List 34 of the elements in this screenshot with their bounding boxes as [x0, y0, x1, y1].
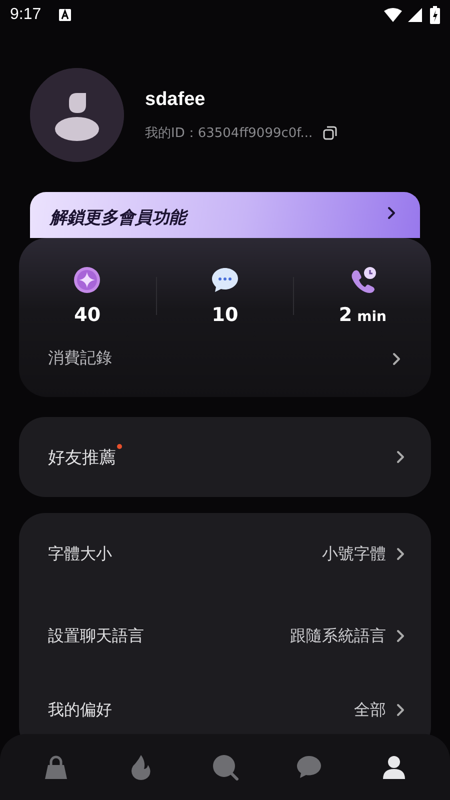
user-id: 我的ID：63504ff9099c0f...	[145, 124, 313, 142]
clock-time: 9:17	[10, 6, 42, 24]
stat-value: 40	[74, 304, 101, 326]
stat-value: 10	[212, 304, 238, 326]
user-name: sdafee	[145, 88, 206, 110]
search-icon	[210, 753, 239, 781]
banner-title: 解鎖更多會員功能	[50, 206, 186, 229]
copy-icon[interactable]	[322, 126, 337, 140]
setting-value: 小號字體	[322, 544, 386, 564]
chevron-icon	[392, 352, 401, 366]
signal-icon	[408, 8, 422, 22]
membership-banner[interactable]: 解鎖更多會員功能	[30, 192, 420, 238]
settings-row[interactable]: 設置聊天語言 跟隨系統語言	[19, 595, 431, 677]
setting-value: 全部	[354, 700, 386, 720]
chevron-icon	[387, 206, 396, 220]
settings-row[interactable]: 字體大小 小號字體	[19, 513, 431, 595]
setting-label: 字體大小	[48, 544, 113, 564]
spending-record-row[interactable]: 消費記錄	[19, 326, 431, 369]
chevron-icon	[396, 629, 405, 643]
chat-bubble-icon	[211, 266, 239, 294]
chevron-icon	[396, 450, 405, 464]
stat-value: 2	[338, 304, 352, 326]
friend-recommend-row[interactable]: 好友推薦	[19, 417, 431, 497]
chat-icon	[295, 753, 324, 781]
setting-label: 設置聊天語言	[48, 626, 145, 646]
stat-unit: min	[357, 309, 386, 325]
setting-label: 我的偏好	[48, 700, 113, 720]
star-coin-icon	[73, 266, 102, 294]
notification-icon	[59, 9, 72, 21]
wifi-icon	[384, 8, 402, 22]
settings-row[interactable]: 我的偏好 全部	[19, 677, 431, 735]
chevron-icon	[396, 547, 405, 561]
setting-value: 跟隨系統語言	[290, 626, 386, 646]
battery-icon	[430, 6, 440, 24]
